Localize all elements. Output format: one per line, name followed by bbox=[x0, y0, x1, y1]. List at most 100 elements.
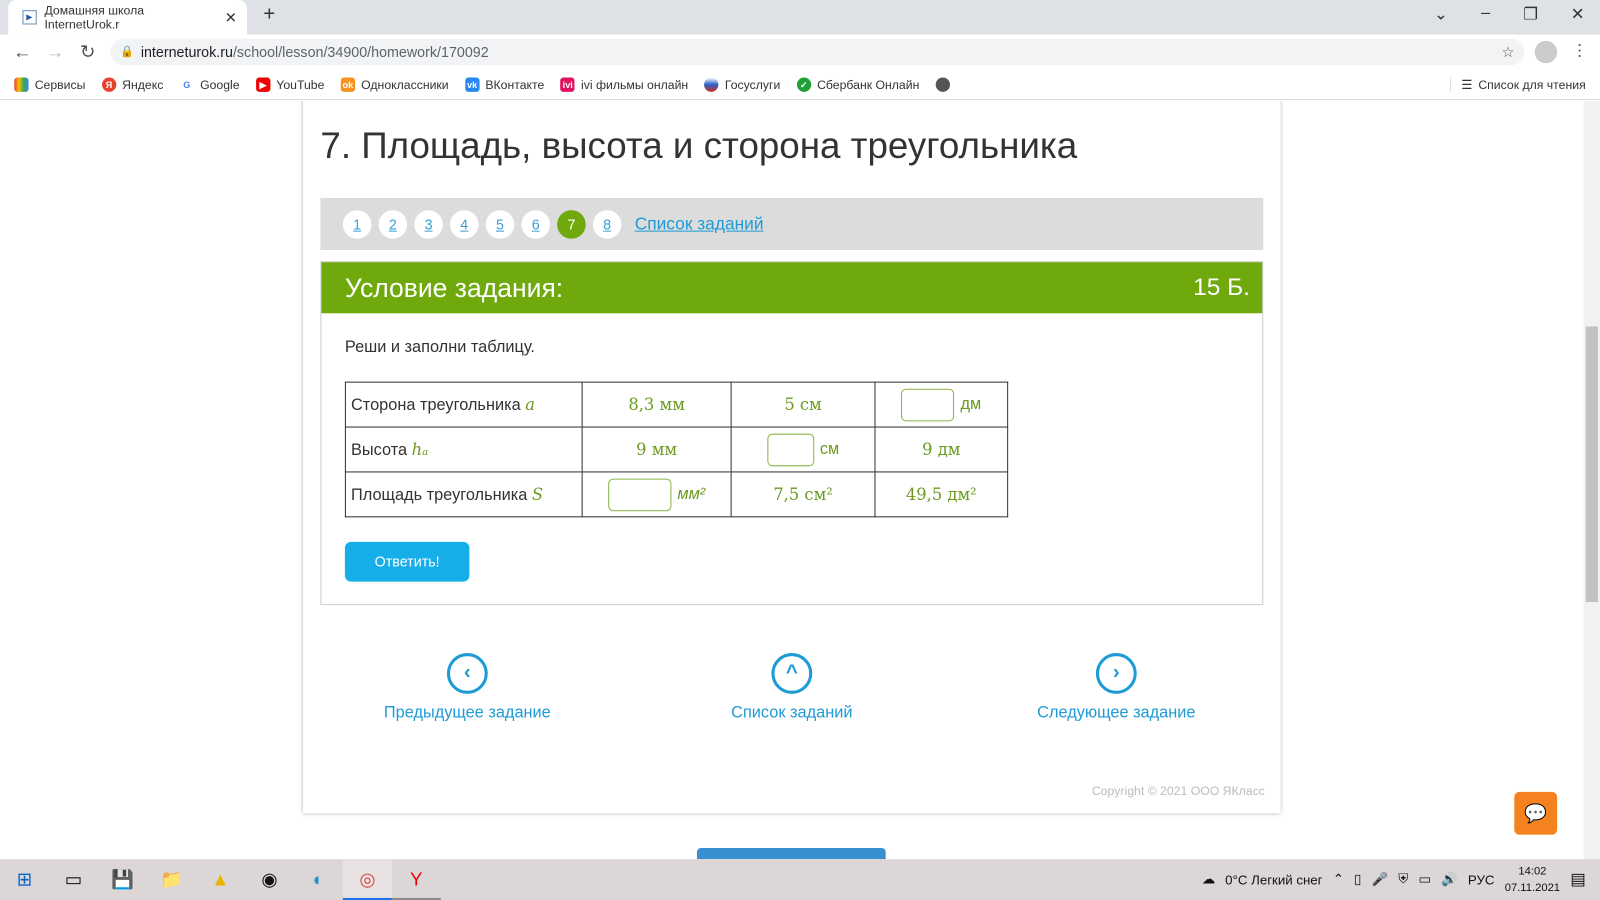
address-bar[interactable]: 🔒 interneturok.ru/school/lesson/34900/ho… bbox=[110, 38, 1525, 66]
table-row: Высота hₐ 9 мм см 9 дм bbox=[344, 426, 1009, 473]
prev-task-link[interactable]: ‹ Предыдущее задание bbox=[345, 653, 590, 722]
volume-icon[interactable]: 🔊 bbox=[1441, 871, 1458, 887]
chrome-icon[interactable]: ◎ bbox=[342, 859, 392, 900]
reading-list-label: Список для чтения bbox=[1478, 77, 1586, 92]
bookmark-globe[interactable] bbox=[935, 77, 950, 92]
reading-list[interactable]: ☰ Список для чтения bbox=[1450, 77, 1586, 92]
forward-icon[interactable]: → bbox=[39, 41, 72, 62]
windows-start-icon[interactable]: ⊞ bbox=[0, 859, 49, 900]
page-5[interactable]: 5 bbox=[485, 209, 515, 239]
answer-button[interactable]: Ответить! bbox=[344, 541, 470, 582]
bookmark-services[interactable]: Сервисы bbox=[14, 77, 85, 92]
sberbank-icon: ✓ bbox=[796, 77, 811, 92]
tab-title: Домашняя школа InternetUrok.r bbox=[44, 3, 145, 32]
bookmark-label: ivi фильмы онлайн bbox=[581, 77, 689, 92]
row-label: Площадь треугольника S bbox=[344, 471, 583, 518]
new-tab-button[interactable]: + bbox=[249, 3, 290, 26]
clock[interactable]: 14:02 07.11.2021 bbox=[1505, 863, 1560, 896]
bookmark-sberbank[interactable]: ✓ Сбербанк Онлайн bbox=[796, 77, 919, 92]
windows-taskbar: ⊞ ▭ 💾 📁 ▲ ◉ ◐ ◎ Y ☁ 0°C Легкий снег ⌃ ▯ … bbox=[0, 859, 1600, 900]
cell: 5 см bbox=[730, 381, 876, 428]
prev-task-label: Предыдущее задание bbox=[383, 704, 551, 722]
area-mm2-input[interactable] bbox=[608, 478, 672, 511]
bottom-button[interactable] bbox=[696, 847, 886, 860]
profile-avatar[interactable] bbox=[1534, 40, 1558, 64]
google-icon: G bbox=[179, 77, 194, 92]
task-view-icon[interactable]: ▭ bbox=[49, 859, 98, 900]
chevron-left-icon: ‹ bbox=[446, 653, 488, 694]
bookmark-odnoklassniki[interactable]: ok Одноклассники bbox=[340, 77, 449, 92]
tab-bar: ▶ Домашняя школа InternetUrok.r ✕ + ⌄ – … bbox=[0, 0, 1600, 35]
weather-text[interactable]: 0°C Легкий снег bbox=[1225, 872, 1322, 887]
network-icon[interactable]: ▭ bbox=[1418, 871, 1431, 887]
bookmark-youtube[interactable]: ▶ YouTube bbox=[255, 77, 325, 92]
drive-icon[interactable]: ▲ bbox=[196, 859, 245, 900]
page-7-active[interactable]: 7 bbox=[557, 209, 586, 239]
globe-icon bbox=[935, 77, 950, 92]
close-window-button[interactable]: ✕ bbox=[1557, 4, 1598, 24]
variable: S bbox=[531, 484, 544, 504]
bookmark-ivi[interactable]: ivi ivi фильмы онлайн bbox=[560, 77, 689, 92]
page-4[interactable]: 4 bbox=[449, 209, 479, 239]
unit: дм bbox=[960, 395, 982, 413]
tab-search-icon[interactable]: ⌄ bbox=[1420, 4, 1461, 24]
task-list-label: Список заданий bbox=[731, 704, 853, 722]
date: 07.11.2021 bbox=[1504, 881, 1561, 894]
tray-chevron-icon[interactable]: ⌃ bbox=[1333, 871, 1344, 887]
chevron-right-icon: › bbox=[1095, 653, 1137, 694]
task-header: Условие задания: 15 Б. bbox=[321, 262, 1263, 314]
bookmark-label: YouTube bbox=[276, 77, 325, 92]
scrollbar-thumb[interactable] bbox=[1585, 326, 1598, 603]
bookmark-gosuslugi[interactable]: Госуслуги bbox=[704, 77, 780, 92]
next-task-link[interactable]: › Следующее задание bbox=[994, 653, 1239, 722]
task-list-nav-link[interactable]: ^ Список заданий bbox=[669, 653, 914, 722]
edge-icon[interactable]: ◐ bbox=[294, 859, 343, 900]
table-row: Площадь треугольника S мм² 7,5 см² 49,5 … bbox=[344, 471, 1009, 518]
task-list-link[interactable]: Список заданий bbox=[635, 214, 764, 234]
ivi-icon: ivi bbox=[560, 77, 575, 92]
odnoklassniki-icon: ok bbox=[340, 77, 356, 92]
browser-tab[interactable]: ▶ Домашняя школа InternetUrok.r ✕ bbox=[8, 0, 247, 35]
cell: см bbox=[730, 426, 876, 473]
cell: 8,3 мм bbox=[581, 381, 732, 428]
yandex-browser-icon[interactable]: Y bbox=[391, 859, 441, 900]
page-2[interactable]: 2 bbox=[378, 209, 408, 239]
app-icon[interactable]: ◉ bbox=[245, 859, 294, 900]
bookmark-label: Одноклассники bbox=[361, 77, 449, 92]
chat-icon[interactable]: 💬 bbox=[1514, 791, 1558, 835]
close-tab-icon[interactable]: ✕ bbox=[225, 9, 237, 26]
minimize-button[interactable]: – bbox=[1465, 4, 1506, 22]
yandex-icon: Я bbox=[101, 77, 117, 92]
menu-icon[interactable]: ⋮ bbox=[1571, 41, 1587, 61]
notifications-icon[interactable]: ▤ bbox=[1570, 869, 1585, 889]
youtube-icon: ▶ bbox=[255, 77, 271, 92]
microphone-icon[interactable]: 🎤 bbox=[1372, 871, 1389, 887]
page-1[interactable]: 1 bbox=[342, 209, 372, 239]
cell: 9 мм bbox=[581, 426, 732, 473]
reload-icon[interactable]: ↻ bbox=[71, 41, 104, 62]
lock-icon: 🔒 bbox=[120, 45, 135, 59]
height-cm-input[interactable] bbox=[766, 433, 814, 466]
bookmark-yandex[interactable]: Я Яндекс bbox=[101, 77, 163, 92]
bookmark-google[interactable]: G Google bbox=[179, 77, 240, 92]
language-indicator[interactable]: РУС bbox=[1468, 872, 1495, 887]
security-icon[interactable]: ⛨ bbox=[1398, 871, 1408, 887]
bookmark-vkontakte[interactable]: vk ВКонтакте bbox=[464, 77, 544, 92]
side-dm-input[interactable] bbox=[901, 388, 955, 421]
bookmarks-bar: Сервисы Я Яндекс G Google ▶ YouTube ok Однок… bbox=[0, 69, 1600, 100]
task-header-title: Условие задания: bbox=[344, 271, 564, 303]
bookmark-star-icon[interactable]: ☆ bbox=[1501, 39, 1514, 66]
back-icon[interactable]: ← bbox=[6, 41, 39, 62]
cell: 9 дм bbox=[874, 426, 1009, 473]
gosuslugi-icon bbox=[704, 77, 719, 92]
file-explorer-icon[interactable]: 📁 bbox=[147, 859, 196, 900]
page-8[interactable]: 8 bbox=[592, 209, 622, 239]
variable: hₐ bbox=[411, 439, 429, 459]
cell: 49,5 дм² bbox=[874, 471, 1009, 518]
battery-icon[interactable]: ▯ bbox=[1354, 871, 1361, 887]
copyright: Copyright © 2021 ООО ЯКласс bbox=[1091, 783, 1265, 798]
maximize-button[interactable]: ❐ bbox=[1510, 4, 1551, 24]
save-app-icon[interactable]: 💾 bbox=[98, 859, 147, 900]
page-3[interactable]: 3 bbox=[414, 209, 443, 239]
page-6[interactable]: 6 bbox=[521, 209, 550, 239]
